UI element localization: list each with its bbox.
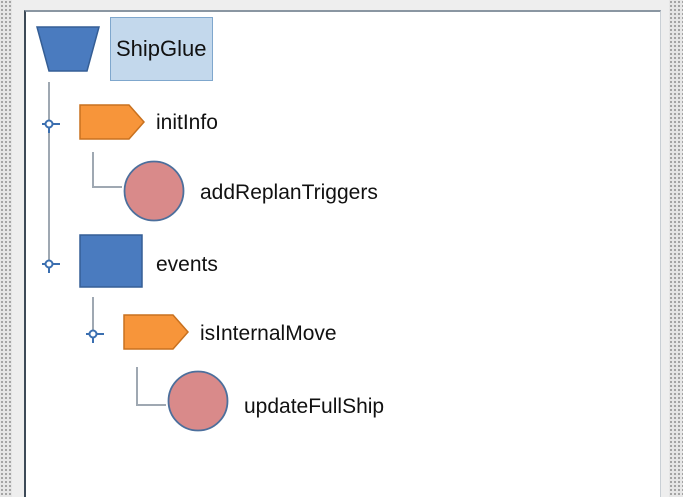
tree-connector — [92, 186, 122, 188]
left-split-handle[interactable] — [0, 0, 12, 497]
tree-node-label[interactable]: isInternalMove — [200, 323, 337, 344]
expand-handle-icon[interactable] — [38, 255, 60, 273]
expand-handle-icon[interactable] — [82, 325, 104, 343]
expand-handle-icon[interactable] — [38, 115, 60, 133]
tree-connector — [136, 404, 166, 406]
tree-node-label[interactable]: ShipGlue — [110, 17, 213, 81]
tree-node-label[interactable]: events — [156, 254, 218, 275]
tree-node-label[interactable]: initInfo — [156, 112, 218, 133]
square-icon — [79, 234, 143, 288]
right-split-handle[interactable] — [669, 0, 683, 497]
tree-connector — [136, 367, 138, 406]
tag-icon — [79, 104, 145, 140]
tree-node-label[interactable]: updateFullShip — [244, 396, 384, 417]
circle-icon — [123, 160, 185, 222]
tree-connector — [48, 82, 50, 268]
tree-panel: ShipGlue initInfo addReplanTriggers even… — [24, 10, 661, 497]
tree-node-label[interactable]: addReplanTriggers — [200, 182, 378, 203]
circle-icon — [167, 370, 229, 432]
tree-connector — [92, 152, 94, 188]
tree-view-window: ShipGlue initInfo addReplanTriggers even… — [0, 0, 683, 497]
tag-icon — [123, 314, 189, 350]
trapezoid-icon — [36, 26, 100, 72]
